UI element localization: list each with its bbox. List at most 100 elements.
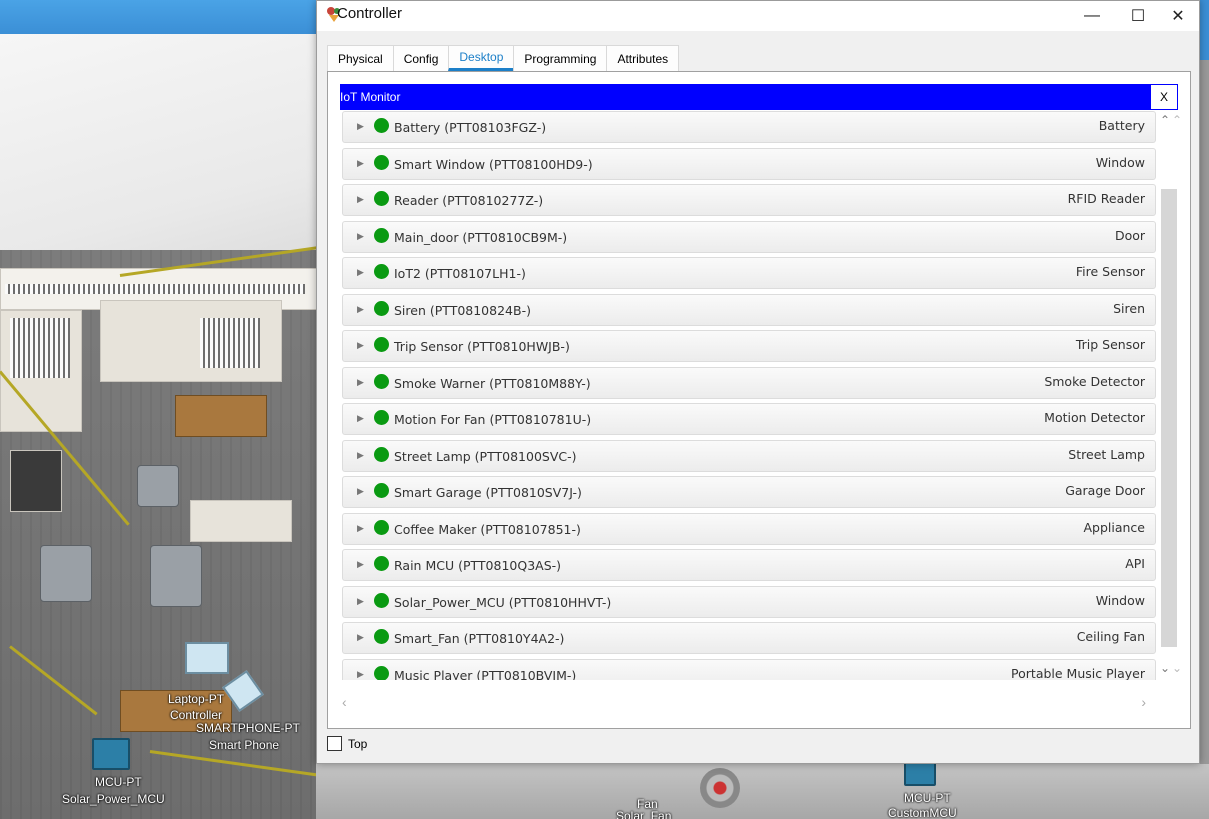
expand-caret-icon[interactable]: ▶ (357, 378, 364, 388)
iot-device-row[interactable]: ▶ Trip Sensor (PTT0810HWJB-) Trip Sensor (342, 330, 1156, 362)
device-type: Portable Music Player (1011, 665, 1145, 681)
status-dot-icon (374, 227, 389, 243)
expand-caret-icon[interactable]: ▶ (357, 122, 364, 132)
scroll-up-arrow-icon[interactable]: ⌃ (1172, 113, 1182, 127)
iot-device-row[interactable]: ▶ IoT2 (PTT08107LH1-) Fire Sensor (342, 257, 1156, 289)
office-chair (137, 465, 179, 507)
iot-device-row[interactable]: ▶ Motion For Fan (PTT0810781U-) Motion Det… (342, 403, 1156, 435)
device-type: Siren (1113, 300, 1145, 316)
laptop-model-label: Laptop-PT (168, 692, 225, 706)
iot-device-row[interactable]: ▶ Music Player (PTT0810BVIM-) Portable Mus… (342, 658, 1156, 681)
expand-caret-icon[interactable]: ▶ (357, 341, 364, 351)
tab-config[interactable]: Config (392, 45, 450, 71)
expand-caret-icon[interactable]: ▶ (357, 232, 364, 242)
tab-attributes[interactable]: Attributes (606, 45, 680, 71)
office-desk (175, 395, 267, 437)
device-type: Motion Detector (1044, 410, 1145, 425)
expand-caret-icon[interactable]: ▶ (357, 524, 364, 534)
iot-device-row[interactable]: ▶ Smart Garage (PTT0810SV7J-) Garage Door (342, 476, 1156, 508)
scroll-right-arrow-icon[interactable]: › (1141, 694, 1146, 710)
office-wall (10, 450, 62, 512)
status-dot-icon (374, 665, 389, 680)
device-name: Solar_Power_MCU (PTT0810HHVT-) (394, 594, 612, 610)
tab-physical[interactable]: Physical (327, 45, 394, 71)
status-dot-icon (374, 191, 389, 206)
iot-monitor-close-button[interactable]: X (1150, 84, 1178, 110)
device-type: RFID Reader (1067, 191, 1145, 206)
expand-caret-icon[interactable]: ▶ (357, 305, 364, 315)
status-dot-icon (374, 519, 389, 535)
device-name: Siren (PTT0810824B-) (394, 302, 531, 318)
mcu-name-label: Solar_Power_MCU (62, 792, 165, 806)
device-type: Smoke Detector (1044, 373, 1145, 389)
scroll-down-arrow-icon[interactable]: ⌄ (1172, 661, 1182, 675)
expand-caret-icon[interactable]: ▶ (357, 268, 364, 278)
mcu-device-icon[interactable] (92, 738, 130, 770)
iot-device-row[interactable]: ▶ Smart Window (PTT08100HD9-) Window (342, 147, 1156, 180)
device-name: Motion For Fan (PTT0810781U-) (394, 412, 592, 427)
device-type: Door (1114, 227, 1145, 243)
top-checkbox[interactable]: Top (327, 736, 367, 751)
iot-device-row[interactable]: ▶ Solar_Power_MCU (PTT0810HHVT-) Window (342, 585, 1156, 618)
workspace-edge (1200, 0, 1209, 819)
tab-desktop[interactable]: Desktop (448, 45, 515, 71)
window-blind (5, 284, 305, 294)
iot-device-row[interactable]: ▶ Reader (PTT0810277Z-) RFID Reader (342, 184, 1156, 216)
device-name: IoT2 (PTT08107LH1-) (394, 266, 526, 281)
device-name: Smart_Fan (PTT0810Y4A2-) (394, 631, 565, 646)
iot-device-row[interactable]: ▶ Battery (PTT08103FGZ-) Battery (342, 111, 1156, 143)
expand-caret-icon[interactable]: ▶ (357, 633, 364, 643)
fan-name-label: Solar_Fan (616, 809, 672, 819)
status-dot-icon (374, 556, 389, 571)
scrollbar-track[interactable] (1161, 189, 1177, 647)
scroll-down-arrow-icon[interactable]: ⌄ (1160, 661, 1170, 675)
vertical-scrollbar[interactable]: ⌃ ⌃ ⌄ ⌄ (1158, 111, 1182, 680)
status-dot-icon (374, 629, 389, 644)
custom-mcu-name-label: CustomMCU (888, 806, 957, 819)
status-dot-icon (374, 154, 389, 170)
fan-device-icon[interactable] (700, 768, 740, 808)
office-chair (40, 545, 92, 602)
controller-device-label: Controller (170, 708, 223, 722)
iot-device-row[interactable]: ▶ Main_door (PTT0810CB9M-) Door (342, 220, 1156, 253)
device-name: Coffee Maker (PTT08107851-) (394, 521, 581, 537)
iot-device-row[interactable]: ▶ Smart_Fan (PTT0810Y4A2-) Ceiling Fan (342, 622, 1156, 654)
expand-caret-icon[interactable]: ▶ (357, 670, 364, 680)
expand-caret-icon[interactable]: ▶ (357, 560, 364, 570)
status-dot-icon (374, 483, 389, 498)
iot-device-list[interactable]: ▶ Battery (PTT08103FGZ-) Battery ▶ Smart Win… (340, 111, 1158, 680)
device-type: Ceiling Fan (1076, 629, 1145, 644)
device-type: API (1125, 556, 1145, 571)
scroll-left-arrow-icon[interactable]: ‹ (342, 694, 347, 710)
top-checkbox-box[interactable] (327, 736, 342, 751)
expand-caret-icon[interactable]: ▶ (357, 597, 364, 607)
iot-device-row[interactable]: ▶ Coffee Maker (PTT08107851-) Appliance (342, 512, 1156, 545)
expand-caret-icon[interactable]: ▶ (357, 487, 364, 497)
iot-device-row[interactable]: ▶ Street Lamp (PTT08100SVC-) Street Lamp (342, 439, 1156, 472)
iot-device-row[interactable]: ▶ Rain MCU (PTT0810Q3AS-) API (342, 549, 1156, 581)
expand-caret-icon[interactable]: ▶ (357, 159, 364, 169)
device-name: Smart Window (PTT08100HD9-) (394, 156, 593, 172)
device-name: Rain MCU (PTT0810Q3AS-) (394, 558, 562, 573)
tab-programming[interactable]: Programming (513, 45, 608, 71)
iot-monitor-title: IoT Monitor (340, 90, 401, 104)
expand-caret-icon[interactable]: ▶ (357, 414, 364, 424)
custom-mcu-device-icon[interactable] (904, 762, 936, 786)
close-button[interactable]: ✕ (1155, 1, 1201, 31)
device-type: Appliance (1083, 519, 1145, 535)
status-dot-icon (374, 373, 389, 389)
expand-caret-icon[interactable]: ▶ (357, 195, 364, 205)
scroll-up-arrow-icon[interactable]: ⌃ (1160, 113, 1170, 127)
custom-mcu-model-label: MCU-PT (904, 791, 951, 805)
expand-caret-icon[interactable]: ▶ (357, 451, 364, 461)
controller-window[interactable]: Controller — ☐ ✕ Physical Config Desktop… (316, 0, 1200, 764)
iot-device-row[interactable]: ▶ Smoke Warner (PTT0810M88Y-) Smoke Detect… (342, 366, 1156, 399)
window-titlebar[interactable]: Controller — ☐ ✕ (317, 1, 1199, 31)
mcu-model-label: MCU-PT (95, 775, 142, 789)
laptop-device-icon[interactable] (185, 642, 229, 674)
minimize-button[interactable]: — (1069, 1, 1115, 31)
smartphone-model-label: SMARTPHONE-PT (196, 721, 300, 735)
device-type: Battery (1098, 118, 1145, 133)
horizontal-scrollbar[interactable]: ‹ › (340, 694, 1158, 712)
iot-device-row[interactable]: ▶ Siren (PTT0810824B-) Siren (342, 293, 1156, 326)
